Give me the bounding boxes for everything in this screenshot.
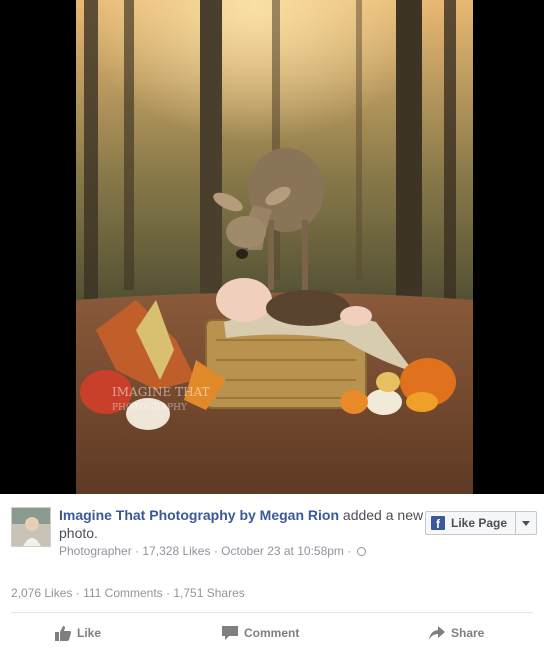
share-button[interactable]: Share (429, 620, 484, 646)
like-page-main[interactable]: f Like Page (426, 512, 516, 534)
facebook-logo-icon: f (431, 516, 445, 530)
shares-count-link[interactable]: 1,751 Shares (173, 586, 244, 600)
globe-icon[interactable] (356, 547, 366, 556)
svg-text:IMAGINE THAT: IMAGINE THAT (112, 385, 210, 399)
newborn-deer-photo: IMAGINE THAT PHOTOGRAPHY (76, 0, 473, 494)
avatar-image (12, 508, 50, 546)
like-page-label: Like Page (451, 516, 508, 530)
page-likes-count: 17,328 Likes (142, 544, 211, 558)
page-name-link[interactable]: Imagine That Photography by Megan Rion (59, 507, 339, 523)
page-avatar[interactable] (11, 507, 51, 547)
likes-count-link[interactable]: 2,076 Likes (11, 586, 72, 600)
post-stats: 2,076 Likes · 111 Comments · 1,751 Share… (11, 586, 245, 600)
thumbs-up-icon (55, 625, 71, 641)
comment-button-label: Comment (244, 626, 300, 640)
caret-down-icon (522, 520, 530, 526)
actions-divider (11, 612, 533, 613)
comment-button[interactable]: Comment (222, 620, 299, 646)
like-button-label: Like (77, 626, 102, 640)
page-category: Photographer (59, 544, 132, 558)
svg-text:PHOTOGRAPHY: PHOTOGRAPHY (112, 403, 188, 413)
share-arrow-icon (429, 626, 445, 640)
comment-bubble-icon (222, 626, 238, 640)
meta-separator: · (135, 544, 140, 558)
post-meta: Photographer · 17,328 Likes · October 23… (59, 544, 366, 558)
meta-separator: · (213, 544, 218, 558)
post-header: Imagine That Photography by Megan Rion a… (0, 494, 544, 570)
like-page-button: f Like Page (425, 511, 537, 535)
stats-separator: · (75, 586, 80, 600)
share-button-label: Share (451, 626, 485, 640)
post-action-bar: Like Comment Share (0, 620, 544, 646)
stats-separator: · (166, 586, 171, 600)
post-photo[interactable]: IMAGINE THAT PHOTOGRAPHY (76, 0, 473, 494)
meta-separator: · (347, 544, 352, 558)
like-button[interactable]: Like (55, 620, 101, 646)
post-headline: Imagine That Photography by Megan Rion a… (59, 506, 429, 542)
photo-frame: IMAGINE THAT PHOTOGRAPHY (0, 0, 544, 494)
like-page-dropdown[interactable] (516, 512, 536, 534)
post-date-link[interactable]: October 23 at 10:58pm (221, 544, 344, 558)
comments-count-link[interactable]: 111 Comments (83, 586, 163, 600)
